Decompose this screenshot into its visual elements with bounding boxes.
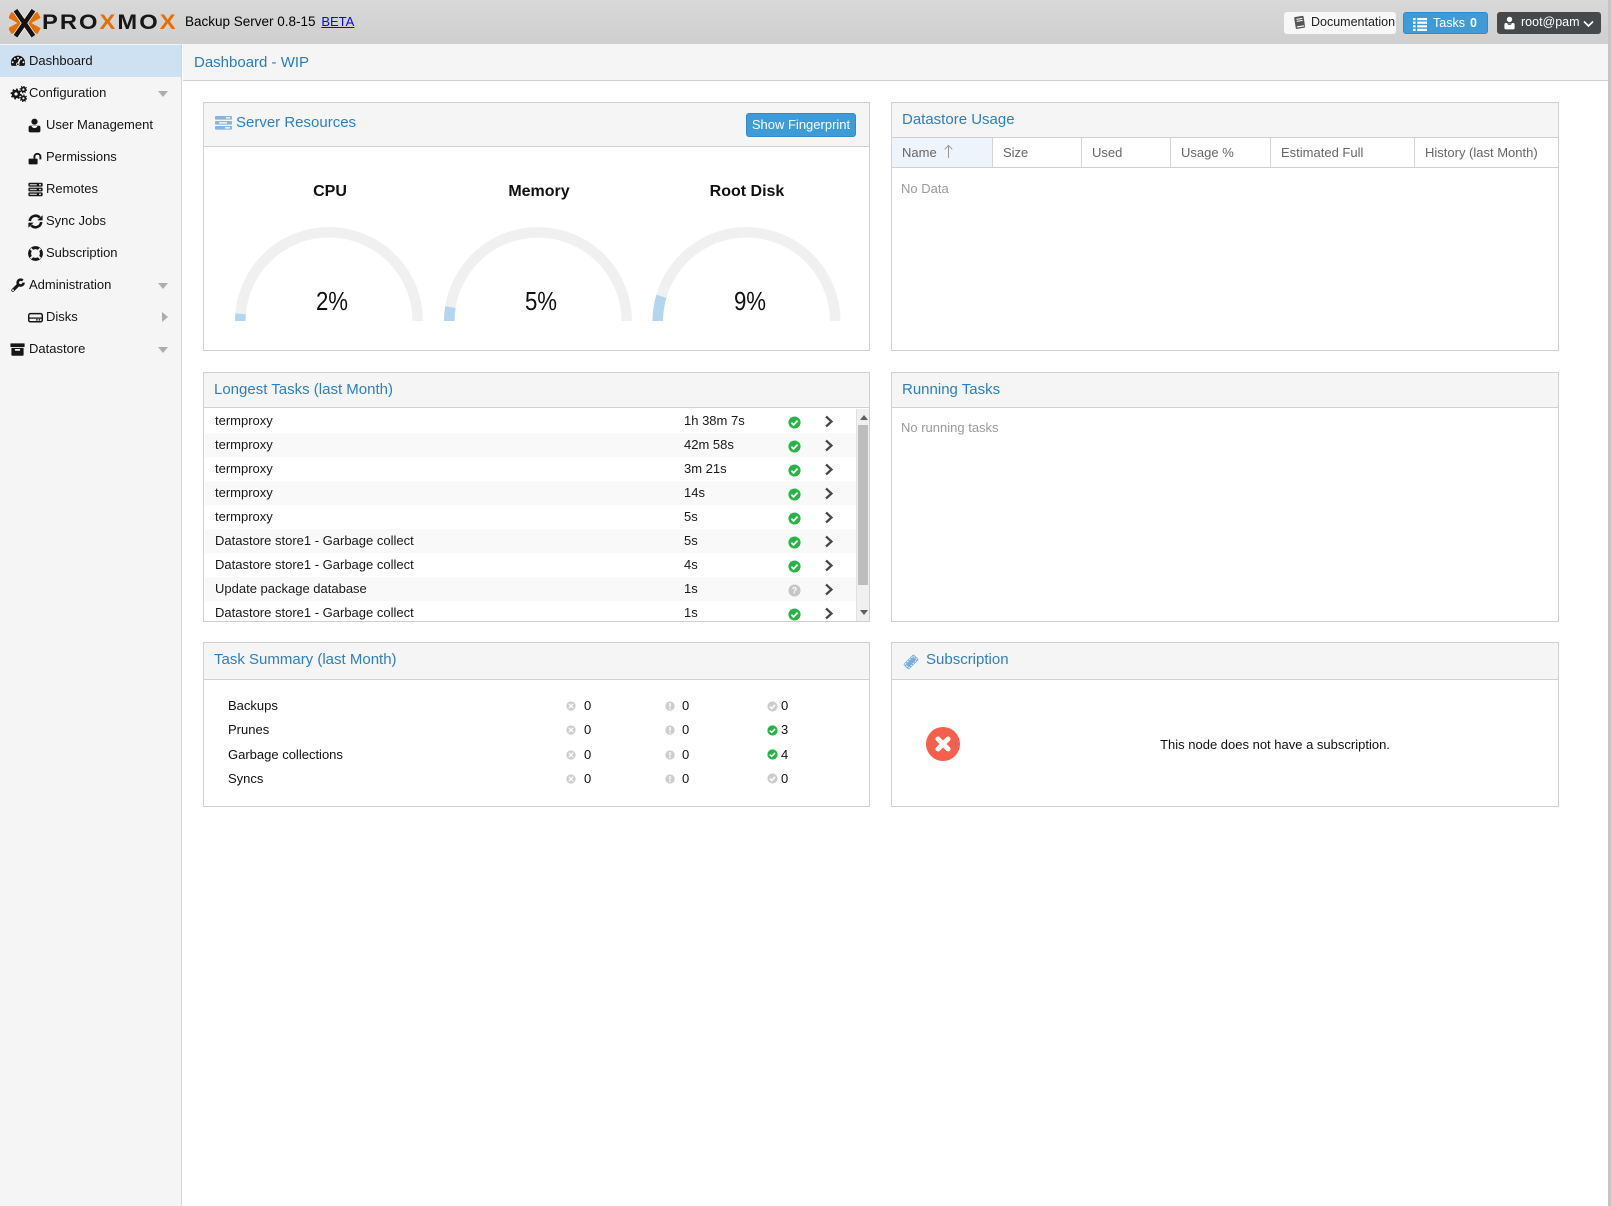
svg-text:?: ?: [792, 586, 797, 596]
